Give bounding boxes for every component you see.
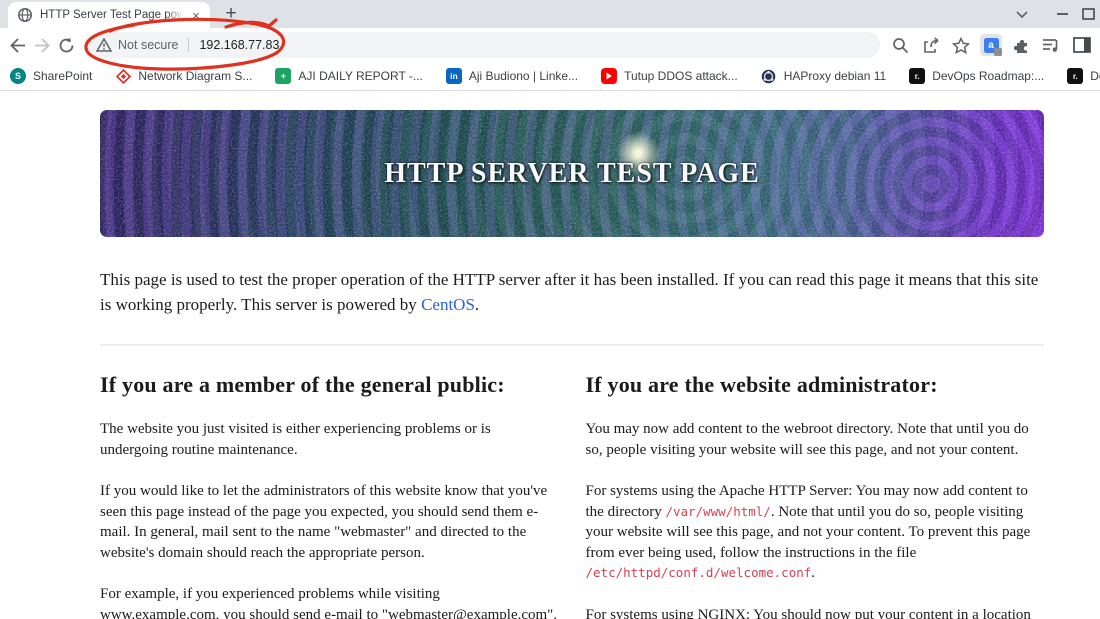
general-public-heading: If you are a member of the general publi…	[100, 372, 505, 397]
general-public-column: If you are a member of the general publi…	[100, 346, 560, 619]
address-bar[interactable]: Not secure 192.168.77.83	[84, 32, 881, 58]
window-controls	[1002, 0, 1100, 28]
bookmarks-bar: S SharePoint Network Diagram S... + AJI …	[0, 62, 1100, 91]
centos-link[interactable]: CentOS	[421, 295, 475, 314]
banner-title: HTTP SERVER TEST PAGE	[384, 157, 760, 189]
back-icon[interactable]	[8, 32, 27, 58]
linkedin-icon: in	[445, 68, 462, 84]
bookmark-docker-roadmap[interactable]: r. Docker Roadmap -...	[1067, 68, 1100, 84]
tab-strip: HTTP Server Test Page powered × +	[0, 0, 1100, 28]
browser-toolbar: Not secure 192.168.77.83 a	[0, 28, 1100, 62]
roadmap-icon: r.	[1067, 68, 1084, 84]
paragraph: For systems using the Apache HTTP Server…	[585, 483, 1031, 581]
forward-icon[interactable]	[33, 32, 52, 58]
paragraph: For systems using NGINX: You should now …	[585, 606, 1031, 619]
translate-icon[interactable]: a	[980, 34, 1003, 56]
bookmark-network-diagram[interactable]: Network Diagram S...	[115, 68, 252, 84]
apache-path-code: /var/www/html/	[665, 503, 771, 519]
paragraph: The website you just visited is either e…	[100, 421, 491, 458]
haproxy-icon	[761, 68, 777, 84]
bookmark-star-icon[interactable]	[950, 35, 971, 56]
maximize-button[interactable]	[1082, 0, 1100, 28]
test-page-banner: HTTP SERVER TEST PAGE	[100, 110, 1044, 237]
side-panel-icon[interactable]	[1071, 35, 1092, 56]
reload-icon[interactable]	[57, 32, 76, 58]
bookmark-sharepoint[interactable]: S SharePoint	[10, 68, 92, 84]
paragraph: If you would like to let the administrat…	[100, 483, 548, 561]
welcome-conf-code: /etc/httpd/conf.d/welcome.conf	[585, 565, 812, 580]
tab-search-chevron-icon[interactable]	[1002, 0, 1042, 28]
minimize-button[interactable]	[1042, 0, 1082, 28]
intro-paragraph: This page is used to test the proper ope…	[100, 270, 1039, 314]
youtube-icon	[601, 68, 618, 84]
extensions-puzzle-icon[interactable]	[1011, 35, 1032, 56]
bookmark-devops-roadmap[interactable]: r. DevOps Roadmap:...	[909, 68, 1044, 84]
tab-close-icon[interactable]: ×	[188, 7, 204, 23]
sharepoint-icon: S	[10, 68, 26, 84]
paragraph: You may now add content to the webroot d…	[585, 421, 1029, 458]
bookmark-haproxy[interactable]: HAProxy debian 11	[761, 68, 886, 84]
bookmark-youtube[interactable]: Tutup DDOS attack...	[601, 68, 738, 84]
administrator-heading: If you are the website administrator:	[585, 372, 938, 397]
roadmap-icon: r.	[909, 68, 926, 84]
paragraph: For example, if you experienced problems…	[100, 586, 558, 619]
webpage-content: HTTP SERVER TEST PAGE This page is used …	[0, 110, 1100, 619]
new-tab-button[interactable]: +	[218, 2, 244, 28]
not-secure-warning-icon	[96, 38, 113, 52]
search-icon[interactable]	[890, 35, 911, 56]
sheets-icon: +	[275, 68, 292, 84]
administrator-column: If you are the website administrator: Yo…	[586, 346, 1046, 619]
bookmark-linkedin[interactable]: in Aji Budiono | Linke...	[445, 68, 578, 84]
media-controls-icon[interactable]	[1041, 35, 1062, 56]
share-icon[interactable]	[920, 35, 941, 56]
security-label[interactable]: Not secure	[118, 38, 178, 52]
diagram-icon	[115, 68, 131, 84]
omnibox-divider	[188, 38, 190, 52]
bookmark-daily-report[interactable]: + AJI DAILY REPORT -...	[275, 68, 423, 84]
globe-favicon-icon	[18, 8, 32, 22]
browser-tab[interactable]: HTTP Server Test Page powered ×	[8, 2, 210, 28]
tab-title: HTTP Server Test Page powered	[40, 9, 184, 21]
toolbar-icons: a	[890, 34, 1092, 56]
url-text[interactable]: 192.168.77.83	[199, 38, 279, 52]
two-column-section: If you are a member of the general publi…	[100, 346, 1045, 619]
